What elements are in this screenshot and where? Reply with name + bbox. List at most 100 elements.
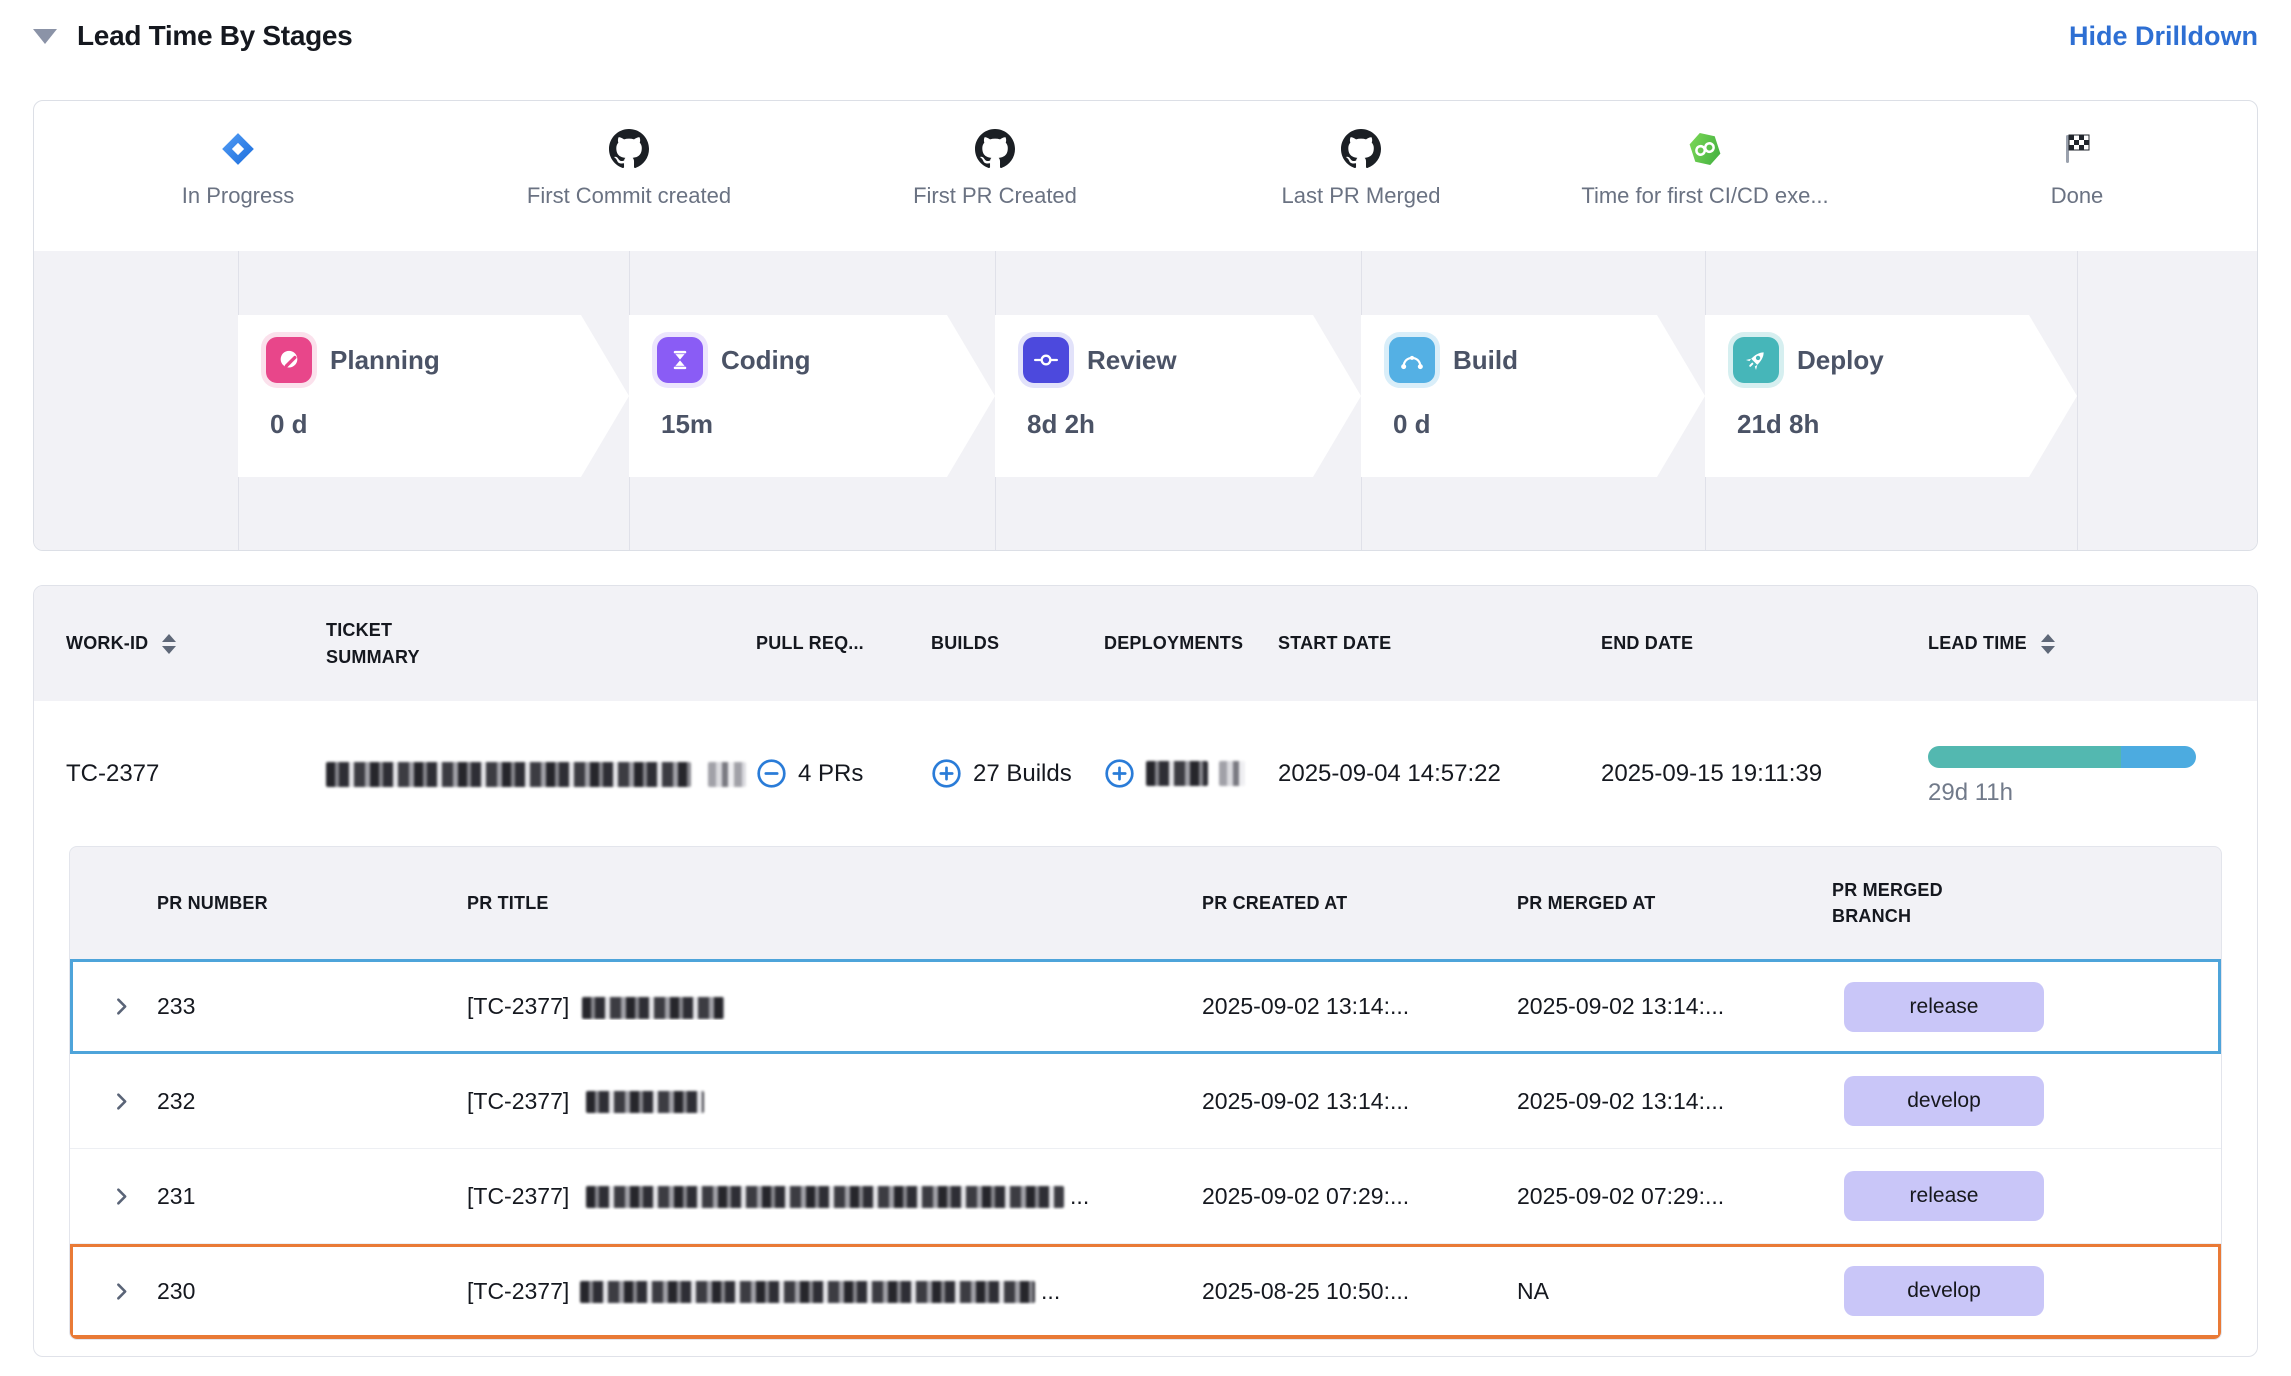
- stage-card-planning: Planning 0 d: [238, 315, 629, 477]
- header-label: END DATE: [1601, 633, 1693, 654]
- stages-track: Planning 0 d Coding 15m: [34, 251, 2257, 550]
- pull-requests-cell: 4 PRs: [756, 758, 931, 789]
- stage-card-coding: Coding 15m: [629, 315, 995, 477]
- pr-title-cell: [TC-2377] ...: [467, 1278, 1202, 1305]
- pr-merged-branch-cell: release: [1832, 982, 2181, 1032]
- header-label: WORK-ID: [66, 633, 148, 654]
- stage-name: Planning: [330, 345, 440, 376]
- work-table-header: WORK-ID TICKET SUMMARY PULL REQ... BUILD…: [34, 586, 2257, 701]
- milestone-cicd: Time for first CI/CD exe...: [1525, 101, 1885, 209]
- pr-merged-branch-cell: develop: [1832, 1266, 2181, 1316]
- row-expander[interactable]: [110, 1090, 157, 1113]
- branch-badge: release: [1844, 1171, 2044, 1221]
- redacted-ticket-summary: [708, 762, 746, 787]
- header-label: PULL REQ...: [756, 633, 864, 654]
- builds-cell: 27 Builds: [931, 758, 1104, 789]
- header-label: PR TITLE: [467, 893, 549, 914]
- row-expander[interactable]: [110, 1185, 157, 1208]
- header-label: LEAD TIME: [1928, 633, 2027, 654]
- stage-duration: 15m: [657, 409, 995, 440]
- milestone-label: First Commit created: [449, 183, 809, 209]
- column-divider: [2077, 251, 2078, 550]
- sort-icon[interactable]: [162, 634, 176, 654]
- milestone-label: Done: [1897, 183, 2257, 209]
- header-work-id: WORK-ID: [66, 633, 326, 654]
- header-pr-merged-branch: PR MERGED BRANCH: [1832, 877, 2181, 929]
- expand-plus-icon[interactable]: [1104, 758, 1135, 789]
- branch-badge: develop: [1844, 1076, 2044, 1126]
- github-icon: [449, 127, 809, 171]
- redacted-pr-title: [586, 1186, 1064, 1208]
- header-label: BUILDS: [931, 633, 999, 654]
- redacted-pr-title: [580, 1281, 1035, 1303]
- expand-plus-icon[interactable]: [931, 758, 962, 789]
- builds-count-label[interactable]: 27 Builds: [973, 760, 1072, 788]
- pr-merged-at-cell: 2025-09-02 13:14:...: [1517, 1088, 1832, 1115]
- deployments-cell: [1104, 758, 1278, 789]
- work-id-cell: TC-2377: [66, 760, 326, 788]
- header-deployments: DEPLOYMENTS: [1104, 633, 1278, 654]
- milestone-label: Last PR Merged: [1181, 183, 1541, 209]
- finish-flag-icon: [1897, 127, 2257, 171]
- pr-row-230[interactable]: 230 [TC-2377] ... 2025-08-25 10:50:... N…: [70, 1244, 2221, 1339]
- stage-name: Build: [1453, 345, 1518, 376]
- pr-row-233[interactable]: 233 [TC-2377] 2025-09-02 13:14:... 2025-…: [70, 959, 2221, 1054]
- pr-row-231[interactable]: 231 [TC-2377] ... 2025-09-02 07:29:... 2…: [70, 1149, 2221, 1244]
- pr-number-cell: 231: [157, 1183, 467, 1210]
- header-start-date: START DATE: [1278, 633, 1601, 654]
- pr-merged-at-cell: 2025-09-02 13:14:...: [1517, 993, 1832, 1020]
- header-label: START DATE: [1278, 633, 1391, 654]
- pr-merged-at-cell: NA: [1517, 1278, 1832, 1305]
- ticket-summary-cell: [326, 760, 756, 788]
- drilldown-header: Lead Time By Stages Hide Drilldown: [33, 12, 2258, 60]
- header-pull-requests: PULL REQ...: [756, 633, 931, 654]
- pr-created-at-cell: 2025-09-02 13:14:...: [1202, 993, 1517, 1020]
- planning-icon: [266, 337, 312, 383]
- redacted-pr-title: [586, 1091, 704, 1113]
- pr-row-232[interactable]: 232 [TC-2377] 2025-09-02 13:14:... 2025-…: [70, 1054, 2221, 1149]
- cicd-icon: [1525, 127, 1885, 171]
- pr-count-label[interactable]: 4 PRs: [798, 760, 863, 788]
- collapse-triangle-icon[interactable]: [33, 29, 57, 44]
- header-label: PR MERGED AT: [1517, 893, 1655, 914]
- pr-table-header: PR NUMBER PR TITLE PR CREATED AT PR MERG…: [70, 847, 2221, 959]
- stage-name: Deploy: [1797, 345, 1884, 376]
- sort-icon[interactable]: [2041, 634, 2055, 654]
- header-end-date: END DATE: [1601, 633, 1928, 654]
- stage-card-deploy: Deploy 21d 8h: [1705, 315, 2077, 477]
- header-pr-merged-at: PR MERGED AT: [1517, 893, 1832, 914]
- pr-title-cell: [TC-2377]: [467, 1088, 1202, 1115]
- work-items-table: WORK-ID TICKET SUMMARY PULL REQ... BUILD…: [33, 585, 2258, 1357]
- header-pr-created-at: PR CREATED AT: [1202, 893, 1517, 914]
- lead-time-bar-blue-segment: [2121, 746, 2196, 768]
- stage-duration: 8d 2h: [1023, 409, 1361, 440]
- header-label: TICKET SUMMARY: [326, 617, 486, 669]
- collapse-minus-icon[interactable]: [756, 758, 787, 789]
- milestones-row: In Progress First Commit created First P…: [34, 101, 2257, 251]
- header-ticket-summary: TICKET SUMMARY: [326, 617, 756, 669]
- github-icon: [1181, 127, 1541, 171]
- lead-time-stages-panel: In Progress First Commit created First P…: [33, 100, 2258, 551]
- lead-time-bar-teal-segment: [1928, 746, 2121, 768]
- pr-title-prefix: [TC-2377]: [467, 993, 569, 1019]
- pr-title-prefix: [TC-2377]: [467, 1088, 569, 1114]
- header-label: PR NUMBER: [157, 893, 268, 914]
- row-expander[interactable]: [110, 995, 157, 1018]
- lead-time-cell: 29d 11h: [1928, 740, 2225, 807]
- row-expander[interactable]: [110, 1280, 157, 1303]
- pr-title-cell: [TC-2377] ...: [467, 1183, 1202, 1210]
- pr-created-at-cell: 2025-09-02 07:29:...: [1202, 1183, 1517, 1210]
- redacted-deployments: [1146, 761, 1208, 786]
- pr-title-suffix: ...: [1041, 1278, 1060, 1304]
- milestone-in-progress: In Progress: [58, 101, 418, 209]
- header-label: PR MERGED BRANCH: [1832, 877, 1967, 929]
- hide-drilldown-link[interactable]: Hide Drilldown: [2069, 21, 2258, 52]
- redacted-pr-title: [582, 997, 724, 1019]
- stage-name: Coding: [721, 345, 811, 376]
- branch-badge: release: [1844, 982, 2044, 1032]
- lead-time-value: 29d 11h: [1928, 779, 2225, 807]
- milestone-last-pr-merged: Last PR Merged: [1181, 101, 1541, 209]
- jira-icon: [58, 127, 418, 171]
- stage-duration: 21d 8h: [1733, 409, 2077, 440]
- stage-duration: 0 d: [1389, 409, 1705, 440]
